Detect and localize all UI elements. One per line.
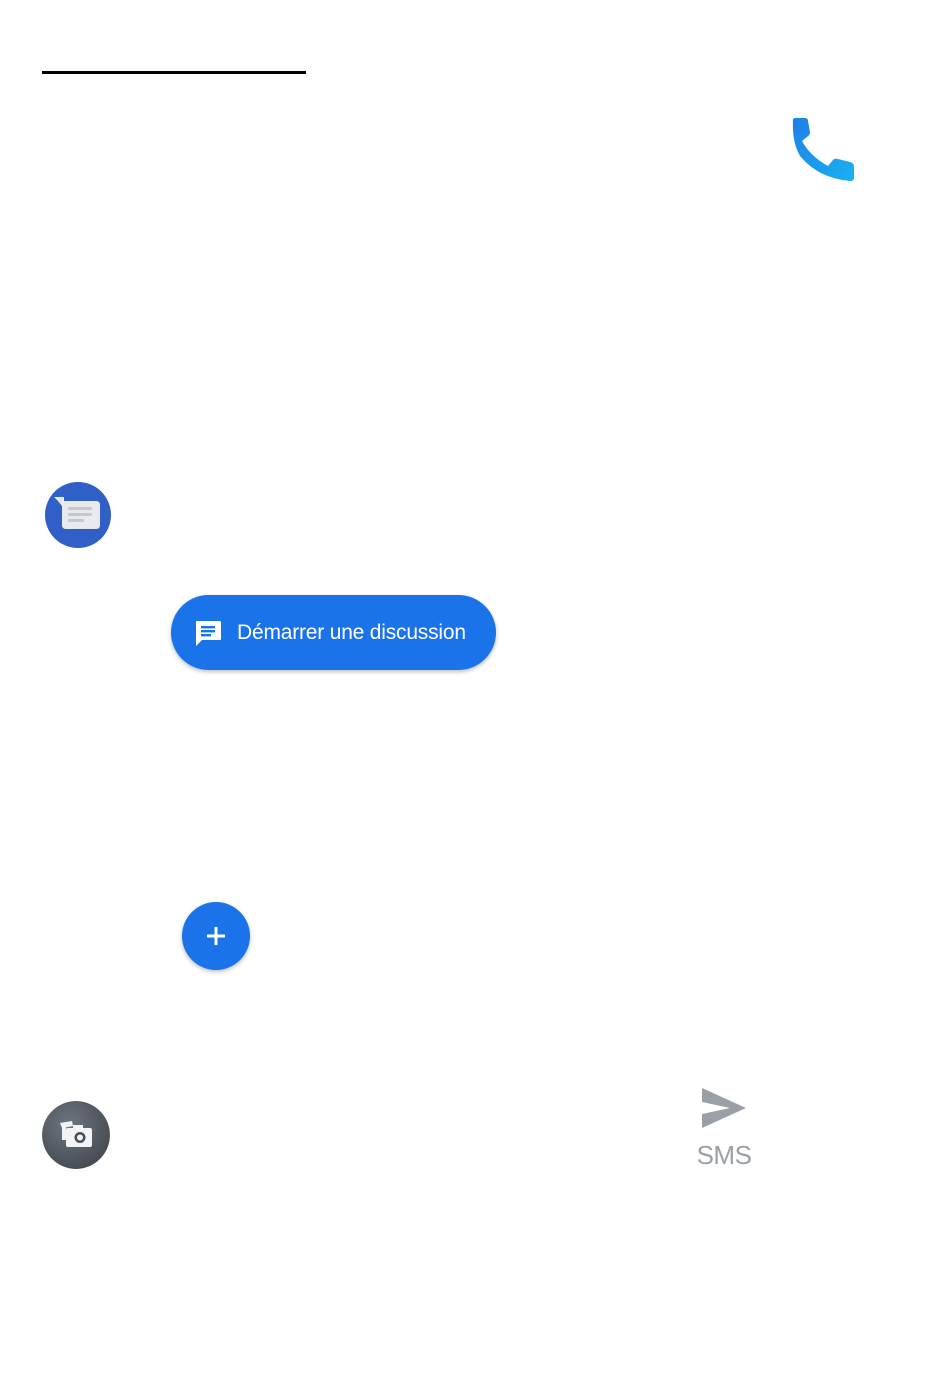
gallery-camera-button[interactable] (42, 1101, 110, 1169)
start-chat-label: Démarrer une discussion (237, 620, 466, 644)
gallery-camera-icon (42, 1101, 110, 1169)
top-divider-line (42, 71, 306, 74)
phone-icon[interactable] (790, 116, 856, 182)
send-sms-button[interactable]: SMS (690, 1086, 760, 1172)
sms-label: SMS (696, 1140, 752, 1170)
start-chat-button[interactable]: Démarrer une discussion (171, 595, 496, 670)
send-icon (702, 1088, 746, 1128)
plus-icon (207, 927, 225, 945)
chat-icon (193, 618, 223, 648)
add-button[interactable] (182, 902, 250, 970)
messages-app-icon[interactable] (44, 481, 112, 549)
